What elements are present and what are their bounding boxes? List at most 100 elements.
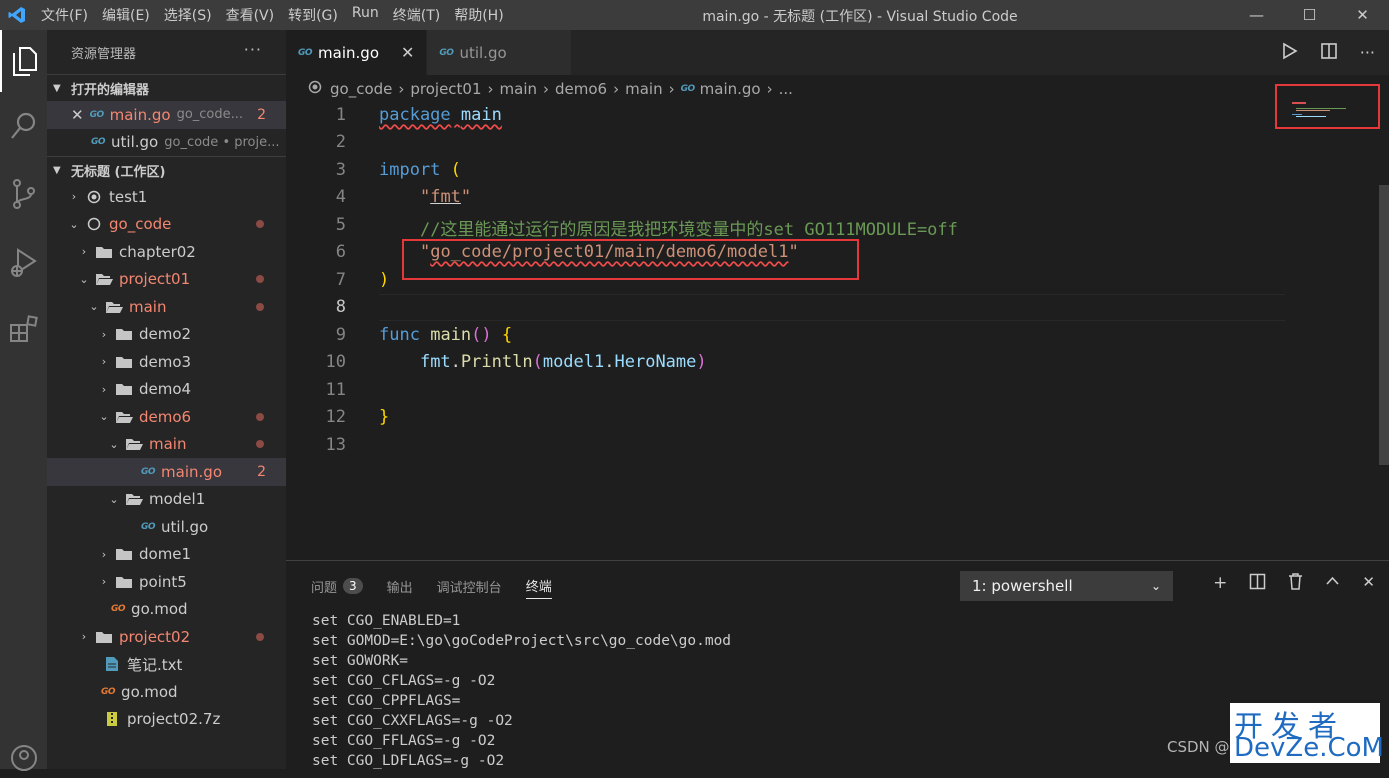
tree-item-main[interactable]: ⌄ main xyxy=(47,293,286,321)
chevron-right-icon: › xyxy=(101,575,107,589)
modified-dot xyxy=(256,220,264,229)
folder-open-icon xyxy=(123,437,145,451)
breadcrumb-item[interactable]: main.go xyxy=(700,80,761,98)
panel-tabs: 问题 3 输出 调试控制台 终端 1: powershell ⌄ + ✕ xyxy=(286,561,1389,611)
tree-item-go-code[interactable]: ⌄ go_code xyxy=(47,211,286,239)
chevron-down-icon: ⌄ xyxy=(109,492,119,506)
line-number: 12 xyxy=(325,407,346,427)
tree-item-project01[interactable]: ⌄ project01 xyxy=(47,266,286,294)
editor-scrollbar[interactable] xyxy=(1379,185,1389,465)
tree-label: project02.7z xyxy=(127,710,221,729)
tree-item-demo2[interactable]: › demo2 xyxy=(47,321,286,349)
close-window-button[interactable]: ✕ xyxy=(1336,0,1389,30)
maximize-button[interactable]: ☐ xyxy=(1283,0,1336,30)
terminal-select[interactable]: 1: powershell ⌄ xyxy=(960,571,1173,601)
tab-label: util.go xyxy=(459,43,507,62)
tab-main-go[interactable]: GO main.go ✕ xyxy=(286,30,428,75)
go-file-icon: GO xyxy=(298,47,313,58)
tree-item-demo3[interactable]: › demo3 xyxy=(47,348,286,376)
tree-item-demo6-main[interactable]: ⌄ main xyxy=(47,431,286,459)
tab-label: 输出 xyxy=(386,580,413,596)
search-icon[interactable] xyxy=(0,92,47,160)
chevron-down-icon: ⌄ xyxy=(99,410,109,424)
more-actions-icon[interactable]: ··· xyxy=(244,40,262,59)
tab-output[interactable]: 输出 xyxy=(387,561,413,611)
tab-debug-console[interactable]: 调试控制台 xyxy=(437,561,502,611)
tab-problems[interactable]: 问题 3 xyxy=(311,561,363,611)
explorer-header: 资源管理器 ··· xyxy=(47,30,286,74)
trash-icon[interactable] xyxy=(1288,573,1303,595)
breadcrumb-item[interactable]: project01 xyxy=(410,80,481,98)
open-editors-section[interactable]: ▼ 打开的编辑器 xyxy=(47,74,286,101)
chevron-down-icon: ⌄ xyxy=(79,272,89,286)
split-terminal-icon[interactable] xyxy=(1249,573,1266,595)
tree-item-notes-txt[interactable]: 笔记.txt xyxy=(47,651,286,679)
tab-util-go[interactable]: GO util.go xyxy=(427,30,572,75)
split-editor-icon[interactable] xyxy=(1320,42,1338,64)
panel-actions: + ✕ xyxy=(1213,573,1375,595)
tree-item-test1[interactable]: › test1 xyxy=(47,183,286,211)
chevron-down-icon: ⌄ xyxy=(109,437,119,451)
menu-view[interactable]: 查看(V) xyxy=(219,5,282,25)
tree-item-project02[interactable]: › project02 xyxy=(47,623,286,651)
workspace-section[interactable]: ▼ 无标题 (工作区) xyxy=(47,156,286,183)
string-quote: " xyxy=(460,187,472,207)
breadcrumb-item[interactable]: main xyxy=(625,80,662,98)
menu-help[interactable]: 帮助(H) xyxy=(447,5,510,25)
tree-item-point5[interactable]: › point5 xyxy=(47,568,286,596)
vscode-logo-icon xyxy=(0,0,34,30)
menu-file[interactable]: 文件(F) xyxy=(34,5,95,25)
explorer-icon[interactable] xyxy=(0,30,47,92)
run-debug-icon[interactable] xyxy=(0,228,47,296)
modified-dot xyxy=(256,302,264,311)
tree-label: main xyxy=(129,297,167,316)
tree-label: chapter02 xyxy=(119,242,196,261)
tree-item-project02-7z[interactable]: project02.7z xyxy=(47,706,286,734)
tree-item-dome1[interactable]: › dome1 xyxy=(47,541,286,569)
menu-terminal[interactable]: 终端(T) xyxy=(386,5,447,25)
breadcrumb-item[interactable]: ... xyxy=(779,80,793,98)
breadcrumb: go_code › project01 › main › demo6 › main › G… xyxy=(286,75,1389,102)
code-editor[interactable]: 1 2 3 4 5 6 7 8 9 10 11 12 13 package ma… xyxy=(286,84,1389,560)
breadcrumb-item[interactable]: go_code xyxy=(330,80,392,98)
tree-item-go-mod[interactable]: GO go.mod xyxy=(47,596,286,624)
minimize-button[interactable]: — xyxy=(1230,0,1283,30)
new-terminal-icon[interactable]: + xyxy=(1213,573,1227,595)
bracket: ) xyxy=(696,352,707,372)
tree-label: 笔记.txt xyxy=(127,655,183,674)
open-editor-util-go[interactable]: GO util.go go_code • proje... xyxy=(47,129,286,157)
code-line-10: fmt.Println(model1.HeroName) xyxy=(379,352,707,372)
tab-label: main.go xyxy=(318,43,379,62)
tree-item-chapter02[interactable]: › chapter02 xyxy=(47,238,286,266)
tree-item-main-go[interactable]: GO main.go 2 xyxy=(47,458,286,486)
tree-label: demo2 xyxy=(139,325,192,344)
tab-terminal[interactable]: 终端 xyxy=(525,573,552,599)
tree-item-demo4[interactable]: › demo4 xyxy=(47,376,286,404)
open-editor-main-go[interactable]: ✕ GO main.go go_code... 2 xyxy=(47,101,286,129)
close-tab-icon[interactable]: ✕ xyxy=(401,43,414,62)
explorer-title: 资源管理器 xyxy=(71,46,137,62)
menu-edit[interactable]: 编辑(E) xyxy=(95,5,157,25)
breadcrumb-item[interactable]: demo6 xyxy=(555,80,607,98)
more-actions-icon[interactable]: ··· xyxy=(1360,43,1375,62)
source-control-icon[interactable] xyxy=(0,160,47,228)
folder-open-icon xyxy=(123,492,145,506)
function-name: main xyxy=(430,325,472,345)
menu-go[interactable]: 转到(G) xyxy=(281,5,345,25)
maximize-panel-icon[interactable] xyxy=(1325,573,1340,595)
tree-item-demo6[interactable]: ⌄ demo6 xyxy=(47,403,286,431)
accounts-icon[interactable] xyxy=(0,738,47,778)
close-panel-icon[interactable]: ✕ xyxy=(1362,573,1375,595)
tree-item-go-mod-2[interactable]: GO go.mod xyxy=(47,678,286,706)
menu-run[interactable]: Run xyxy=(345,5,386,25)
identifier: HeroName xyxy=(614,352,697,372)
close-editor-icon[interactable]: ✕ xyxy=(71,106,84,124)
menu-selection[interactable]: 选择(S) xyxy=(157,5,219,25)
line-number: 1 xyxy=(335,105,346,125)
run-file-icon[interactable] xyxy=(1280,42,1298,64)
tree-item-util-go[interactable]: GO util.go xyxy=(47,513,286,541)
breadcrumb-item[interactable]: main xyxy=(500,80,537,98)
identifier: model1 xyxy=(542,352,605,372)
extensions-icon[interactable] xyxy=(0,296,47,364)
tree-item-model1[interactable]: ⌄ model1 xyxy=(47,486,286,514)
